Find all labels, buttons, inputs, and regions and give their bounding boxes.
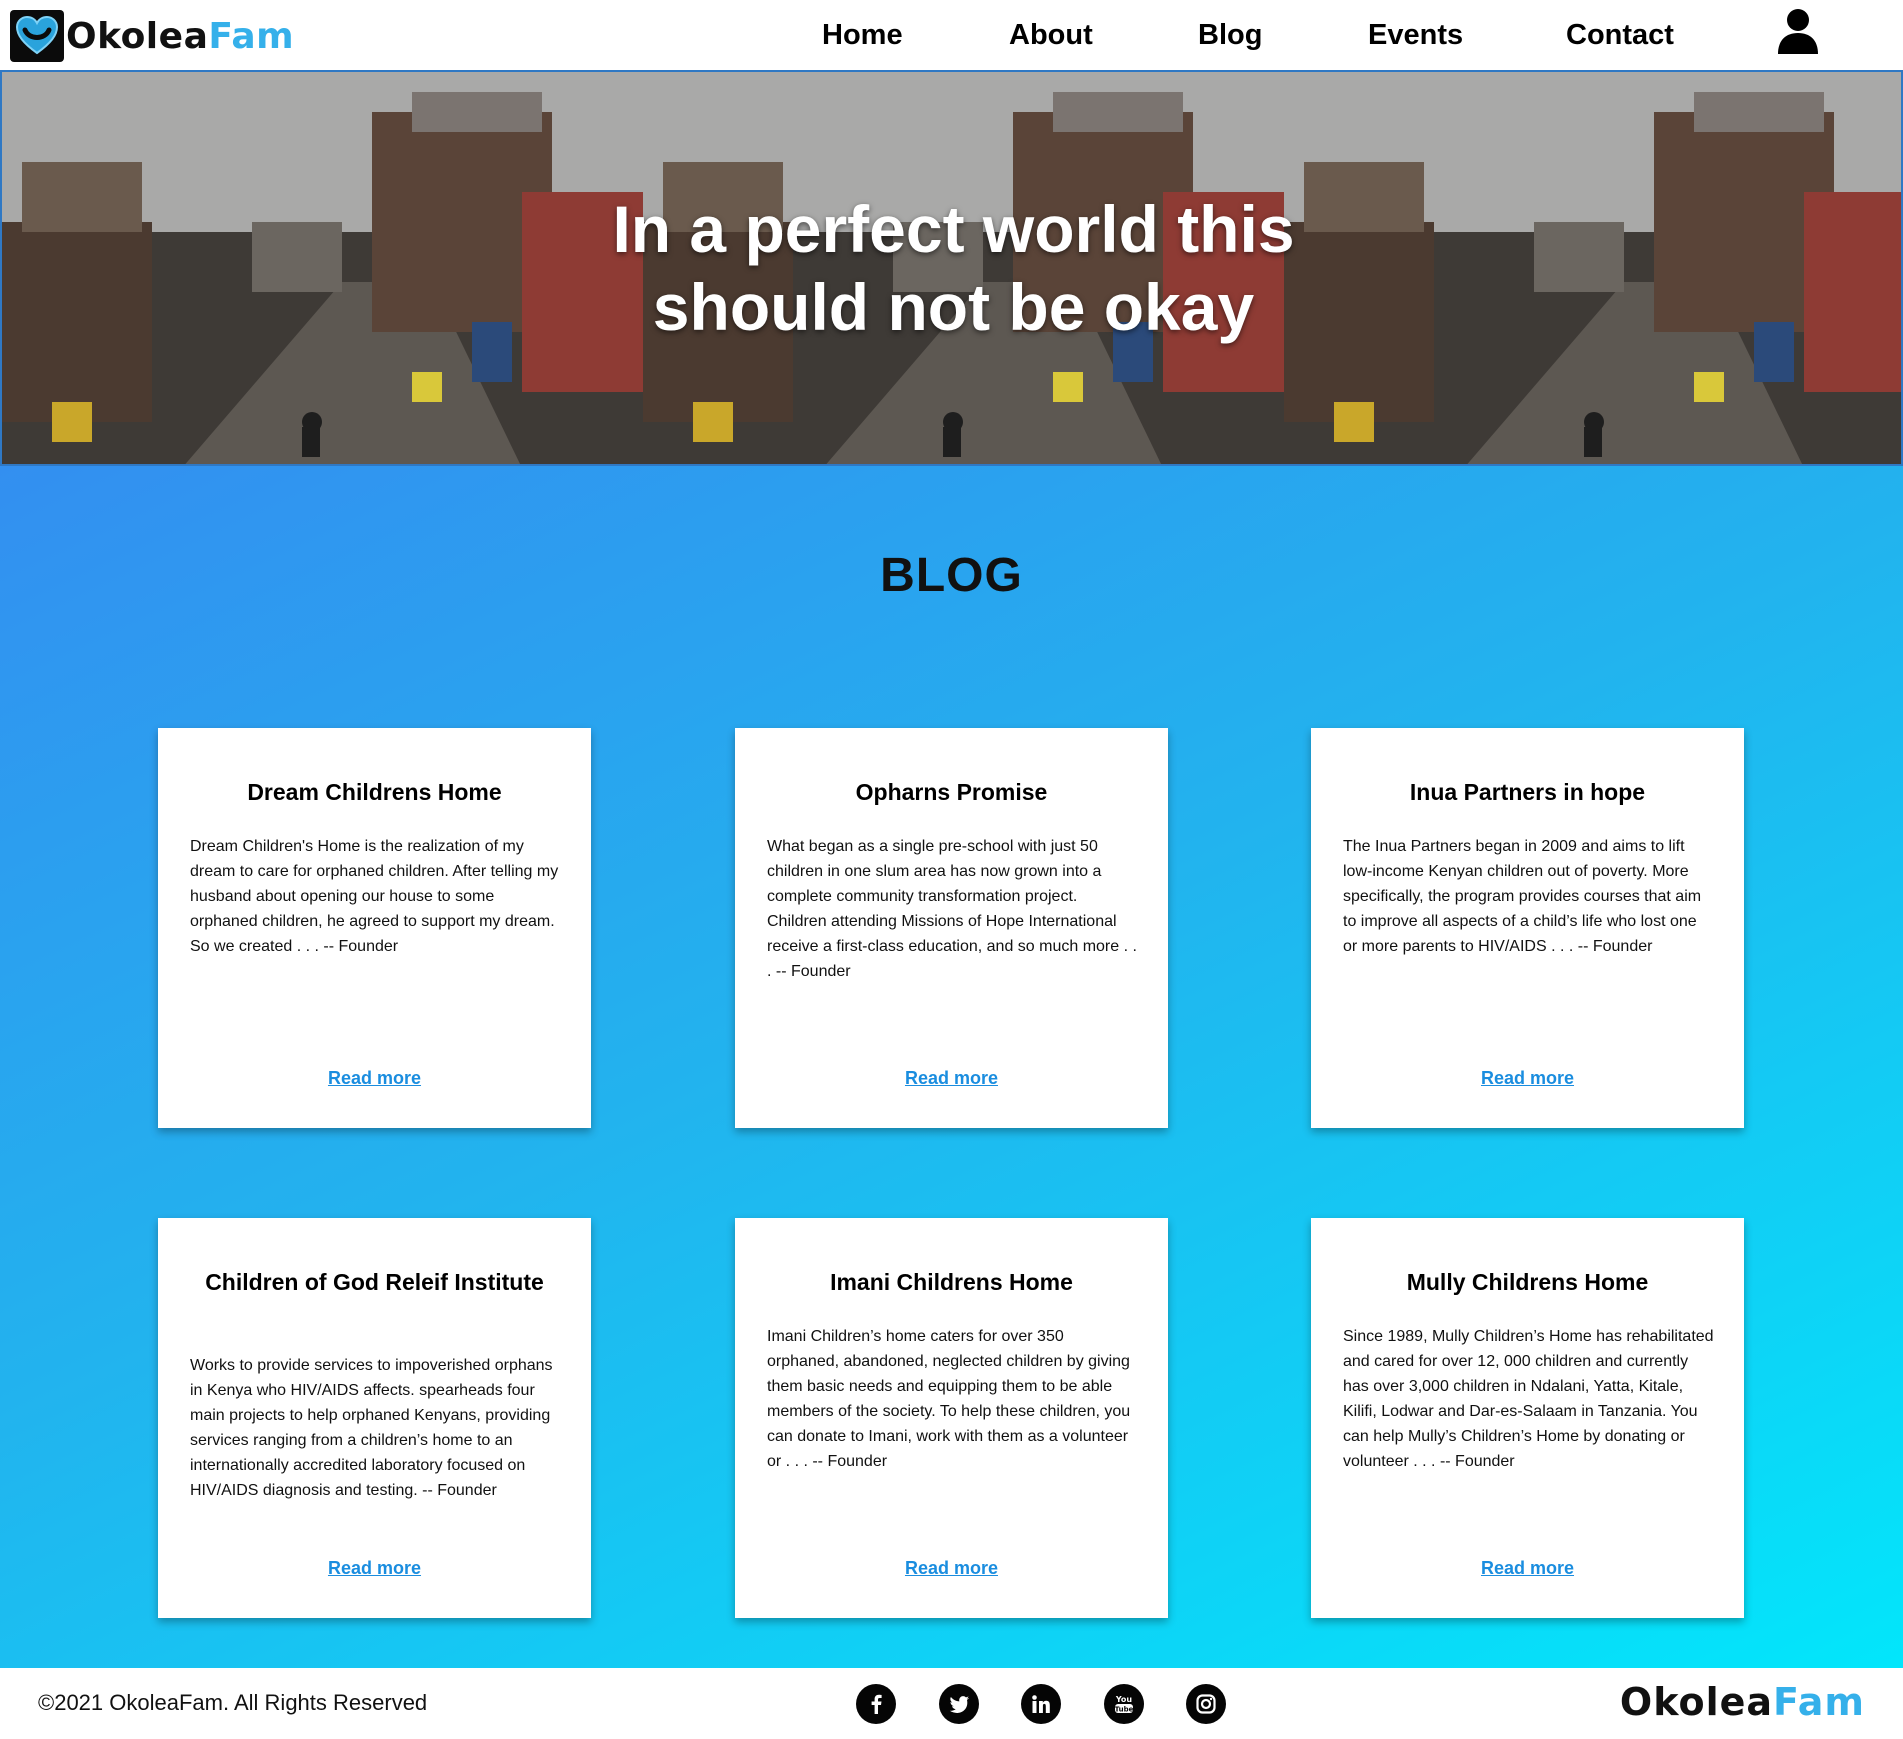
heart-logo-icon [10,10,64,62]
youtube-icon[interactable]: You Tube [1104,1684,1144,1724]
site-footer: ©2021 OkoleaFam. All Rights Reserved You… [0,1668,1903,1739]
nav-blog[interactable]: Blog [1198,14,1262,56]
nav-contact[interactable]: Contact [1566,14,1674,56]
footer-brand-part1: Okolea [1619,1680,1774,1724]
card-title: Dream Childrens Home [247,779,502,805]
card-body: Dream Children's Home is the realization… [190,838,559,955]
footer-brand-part2: Fam [1773,1680,1865,1724]
read-more-link[interactable]: Read more [158,1558,591,1579]
nav-events[interactable]: Events [1368,14,1463,56]
card-title: Mully Childrens Home [1406,1269,1649,1295]
card-body: What began as a single pre-school with j… [767,838,1137,980]
card-body: Works to provide services to impoverishe… [190,1357,553,1499]
read-more-link[interactable]: Read more [158,1068,591,1089]
hero-title-line2: should not be okay [652,270,1255,344]
card-title: Opharns Promise [855,779,1048,805]
blog-card: Mully Childrens Home Since 1989, Mully C… [1311,1218,1744,1618]
card-title: Inua Partners in hope [1409,779,1646,805]
hero-banner: In a perfect world this should not be ok… [0,70,1903,466]
blog-card: Children of God Releif Institute Works t… [158,1218,591,1618]
hero-title-line1: In a perfect world this [612,192,1295,266]
site-header: OkoleaFam Home About Blog Events Contact [0,0,1903,70]
read-more-link[interactable]: Read more [735,1558,1168,1579]
svg-text:Tube: Tube [1115,1706,1134,1714]
card-body: The Inua Partners began in 2009 and aims… [1343,838,1702,955]
brand-name: OkoleaFam [66,16,294,57]
card-body: Imani Children’s home caters for over 35… [767,1328,1131,1470]
user-icon[interactable] [1776,8,1820,54]
card-body: Since 1989, Mully Children’s Home has re… [1343,1328,1714,1470]
read-more-link[interactable]: Read more [1311,1558,1744,1579]
nav-about[interactable]: About [1009,14,1093,56]
facebook-icon[interactable] [856,1684,896,1724]
blog-heading: BLOG [880,549,1023,602]
hero-title: In a perfect world this should not be ok… [2,190,1901,346]
read-more-link[interactable]: Read more [735,1068,1168,1089]
svg-text:You: You [1115,1695,1133,1704]
read-more-link[interactable]: Read more [1311,1068,1744,1089]
brand-name-part1: Okolea [66,15,209,57]
linkedin-icon[interactable] [1021,1684,1061,1724]
card-title: Imani Childrens Home [830,1269,1073,1295]
footer-brand-name[interactable]: OkoleaFam [1620,1680,1865,1724]
blog-card: Imani Childrens Home Imani Children’s ho… [735,1218,1168,1618]
blog-card: Inua Partners in hope The Inua Partners … [1311,728,1744,1128]
blog-card: Opharns Promise What began as a single p… [735,728,1168,1128]
copyright-text: ©2021 OkoleaFam. All Rights Reserved [38,1690,428,1715]
nav-home[interactable]: Home [822,14,903,56]
twitter-icon[interactable] [939,1684,979,1724]
blog-section: BLOG Dream Childrens Home Dream Children… [0,466,1903,1668]
instagram-icon[interactable] [1186,1684,1226,1724]
blog-card: Dream Childrens Home Dream Children's Ho… [158,728,591,1128]
brand-logo[interactable]: OkoleaFam [10,10,294,62]
card-title: Children of God Releif Institute [205,1269,544,1295]
brand-name-part2: Fam [208,15,295,57]
